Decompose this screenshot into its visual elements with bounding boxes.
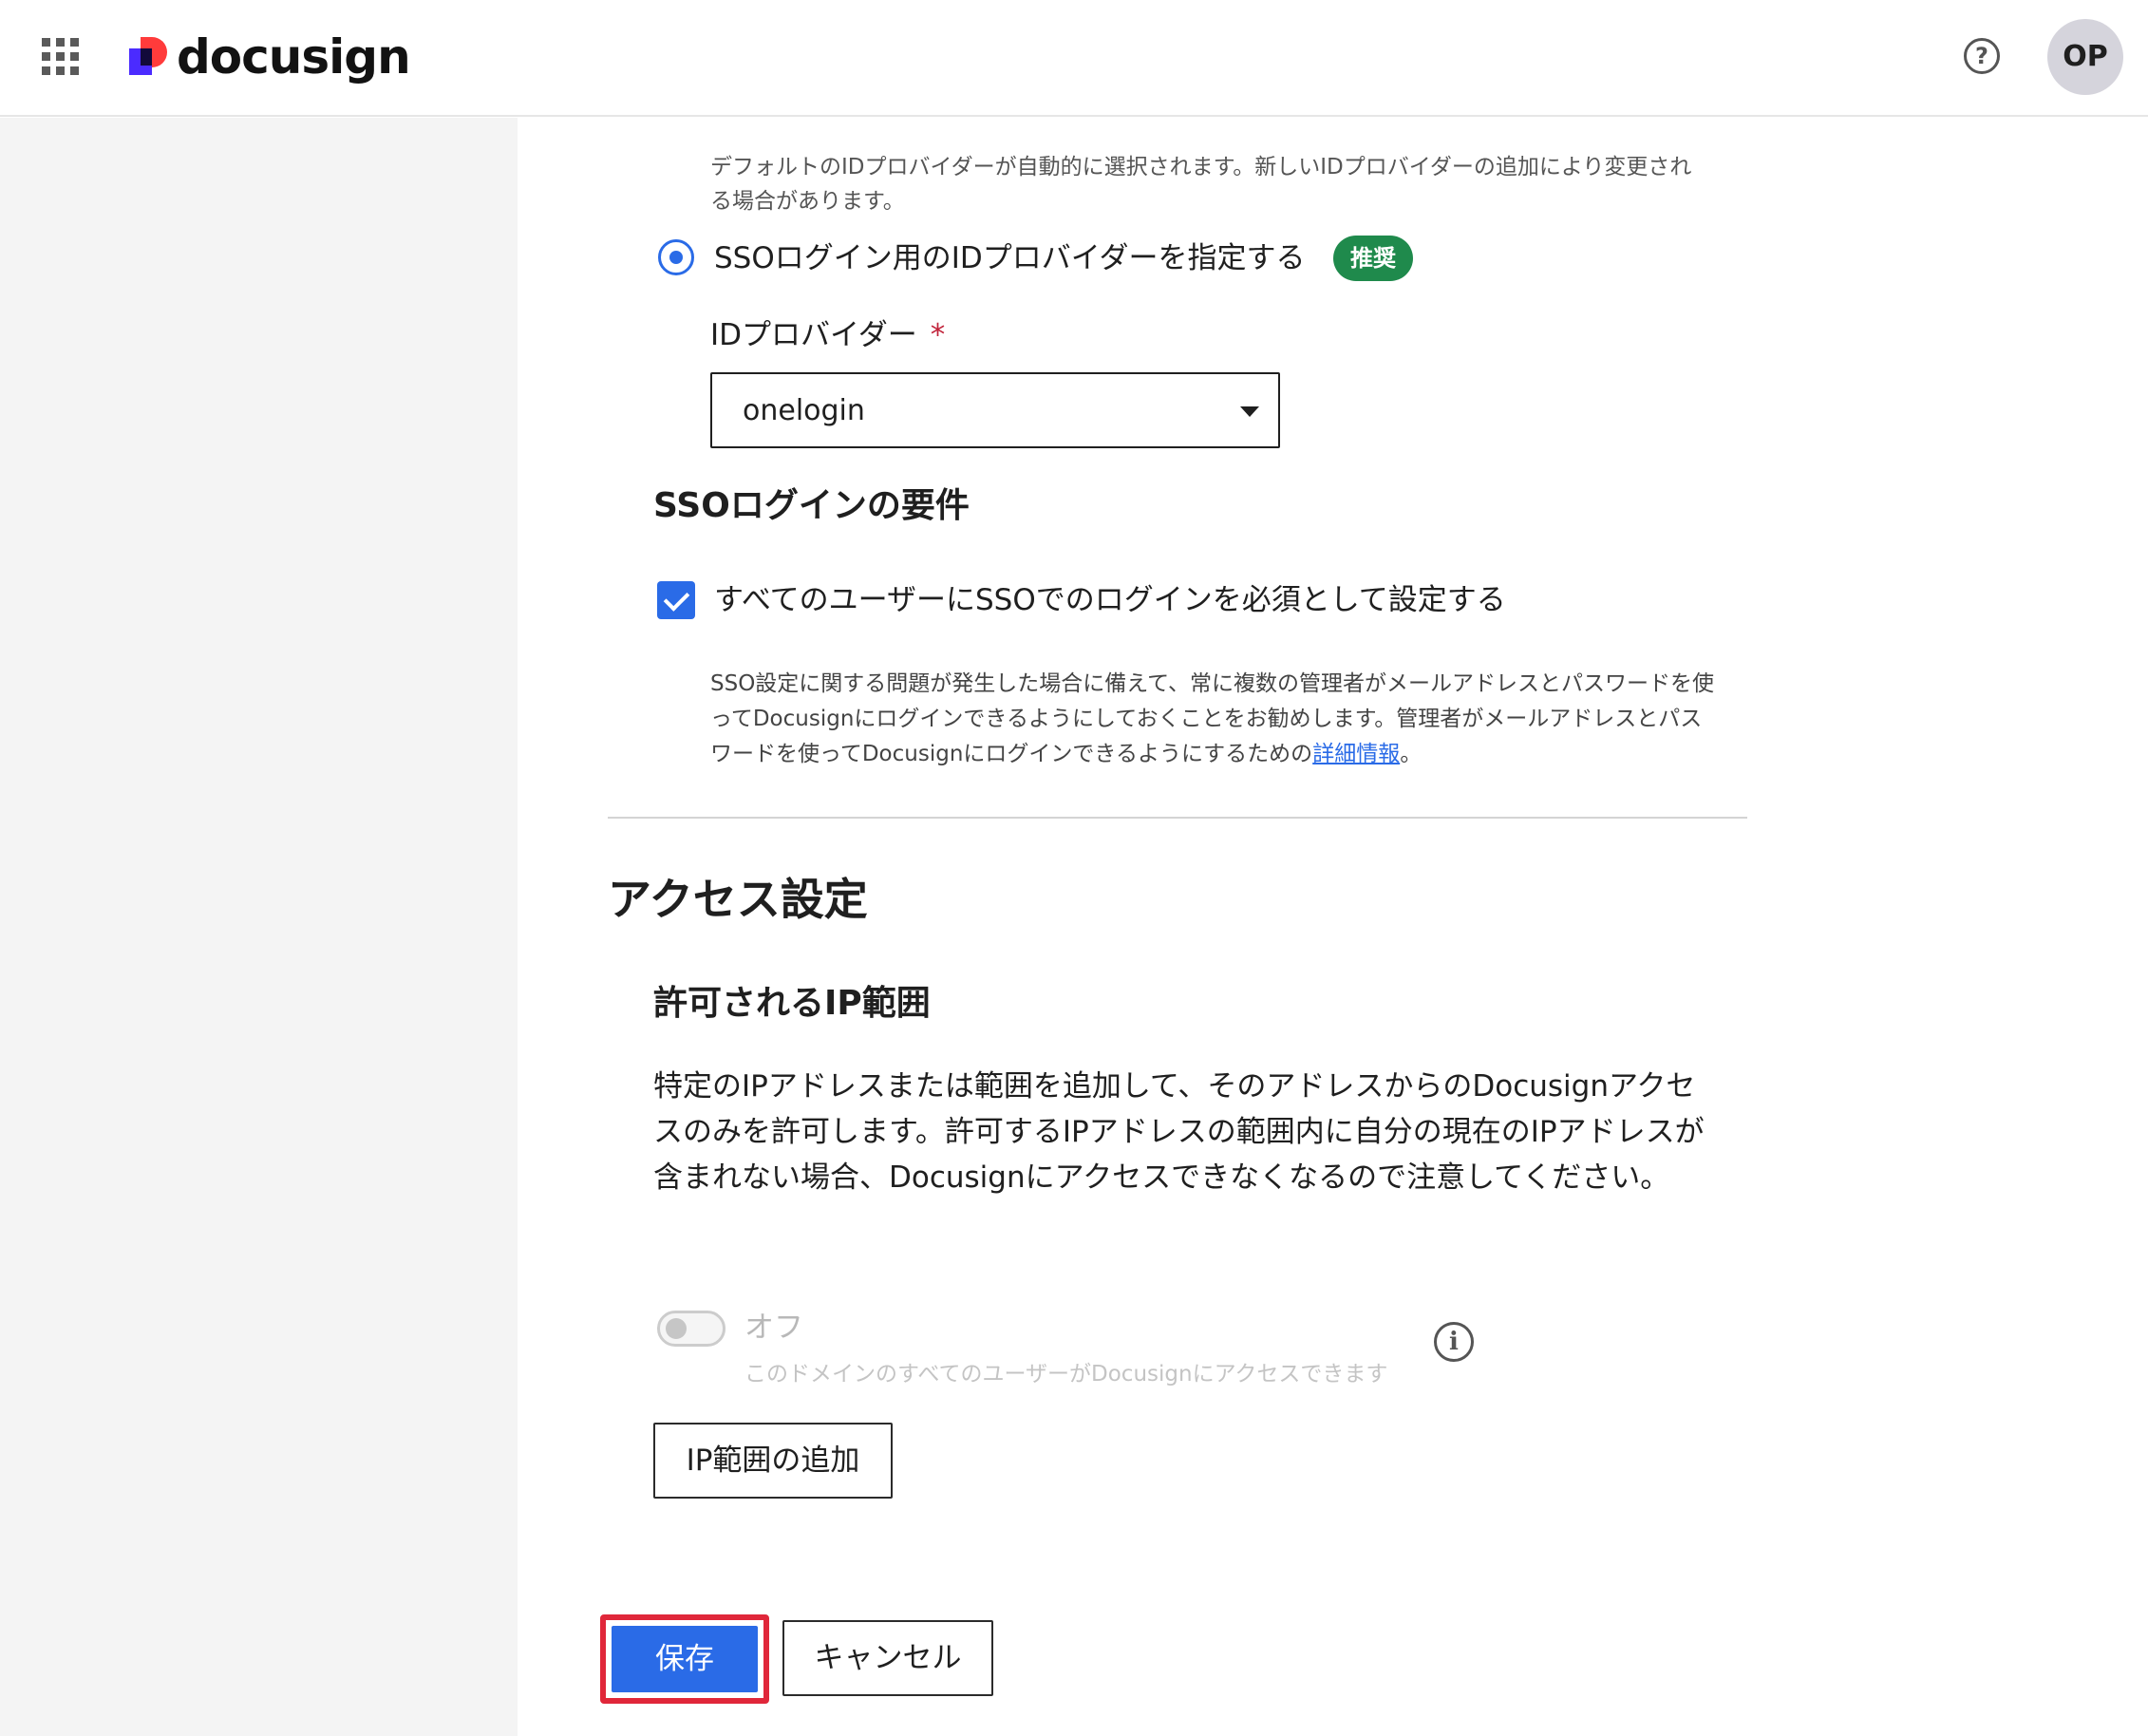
- ip-restriction-toggle[interactable]: [657, 1311, 725, 1347]
- save-button[interactable]: 保存: [612, 1626, 758, 1692]
- require-sso-checkbox-label[interactable]: すべてのユーザーにSSOでのログインを必須として設定する: [714, 579, 1506, 621]
- specify-idp-radio[interactable]: [658, 239, 694, 275]
- idp-field-label: IDプロバイダー *: [710, 314, 945, 356]
- save-button-highlight: 保存: [600, 1614, 769, 1704]
- cancel-button[interactable]: キャンセル: [782, 1620, 993, 1696]
- learn-more-link[interactable]: 詳細情報: [1312, 742, 1400, 766]
- sso-info-end: 。: [1400, 742, 1423, 766]
- recommended-badge: 推奨: [1333, 236, 1413, 281]
- info-icon[interactable]: i: [1434, 1322, 1474, 1362]
- idp-select[interactable]: onelogin: [710, 372, 1280, 448]
- sso-info-body: SSO設定に関する問題が発生した場合に備えて、常に複数の管理者がメールアドレスと…: [710, 671, 1715, 766]
- left-sidebar-area: [0, 118, 518, 1736]
- docusign-logo[interactable]: docusign: [129, 28, 411, 85]
- top-navigation-bar: docusign ? OP: [0, 0, 2148, 117]
- app-switcher-grid-icon[interactable]: [42, 38, 80, 76]
- user-avatar[interactable]: OP: [2047, 19, 2123, 95]
- sso-requirements-heading: SSOログインの要件: [653, 486, 970, 525]
- toggle-state-label: オフ: [744, 1311, 803, 1345]
- help-icon[interactable]: ?: [1964, 38, 2000, 74]
- required-asterisk: *: [930, 318, 946, 352]
- access-settings-heading: アクセス設定: [608, 874, 868, 925]
- idp-label-text: IDプロバイダー: [710, 318, 917, 352]
- section-divider: [608, 817, 1747, 819]
- logo-text: docusign: [177, 29, 411, 85]
- add-ip-range-button[interactable]: IP範囲の追加: [653, 1423, 893, 1499]
- require-sso-checkbox[interactable]: [657, 581, 695, 619]
- ip-ranges-description: 特定のIPアドレスまたは範囲を追加して、そのアドレスからのDocusignアクセ…: [653, 1069, 1705, 1195]
- sso-admin-info-text: SSO設定に関する問題が発生した場合に備えて、常に複数の管理者がメールアドレスと…: [710, 667, 1717, 772]
- idp-select-value: onelogin: [743, 394, 865, 427]
- toggle-helper-text: このドメインのすべてのユーザーがDocusignにアクセスできます: [744, 1362, 1388, 1387]
- chevron-down-icon: [1240, 406, 1259, 417]
- docusign-logo-mark-icon: [129, 37, 167, 77]
- specify-idp-radio-label[interactable]: SSOログイン用のIDプロバイダーを指定する: [714, 237, 1306, 279]
- allowed-ip-ranges-heading: 許可されるIP範囲: [653, 984, 931, 1023]
- default-idp-note: デフォルトのIDプロバイダーが自動的に選択されます。新しいIDプロバイダーの追加…: [710, 155, 1692, 214]
